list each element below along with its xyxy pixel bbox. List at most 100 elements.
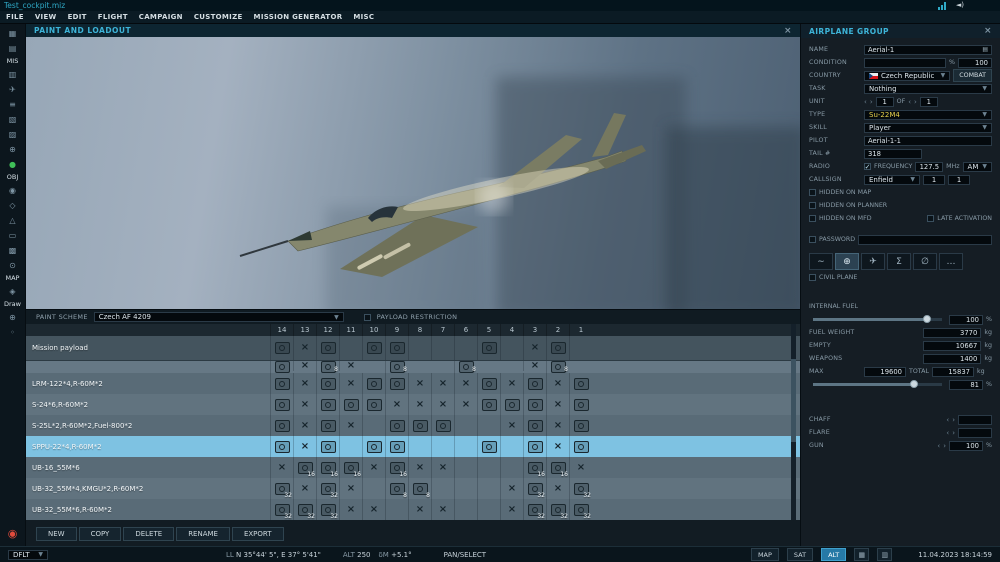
- fuel-weight-input[interactable]: 3770: [923, 327, 982, 338]
- loadout-cell[interactable]: [362, 394, 385, 415]
- loadout-cell[interactable]: ×: [339, 373, 362, 394]
- loadout-cell[interactable]: [270, 394, 293, 415]
- loadout-cell[interactable]: [385, 336, 408, 360]
- loadout-cell[interactable]: ×: [408, 457, 431, 478]
- hidden-on-mfd-checkbox[interactable]: [809, 215, 816, 222]
- menu-edit[interactable]: EDIT: [68, 13, 87, 21]
- password-checkbox[interactable]: [809, 236, 816, 243]
- gun-decrement[interactable]: ‹: [937, 441, 940, 451]
- loadout-cell[interactable]: [454, 415, 477, 436]
- new-button[interactable]: NEW: [36, 527, 77, 541]
- menu-view[interactable]: VIEW: [35, 13, 57, 21]
- callsign-number1-input[interactable]: 1: [923, 174, 945, 185]
- loadout-cell[interactable]: [362, 415, 385, 436]
- measure-tool-icon[interactable]: ⊕: [4, 311, 22, 323]
- loadout-cell[interactable]: ×: [408, 373, 431, 394]
- loadout-cell[interactable]: [477, 415, 500, 436]
- loadout-cell[interactable]: ×: [293, 336, 316, 360]
- unit-total-decrement[interactable]: ‹: [908, 97, 911, 107]
- loadout-cell[interactable]: [523, 415, 546, 436]
- loadout-cell[interactable]: ×: [500, 373, 523, 394]
- loadout-cell[interactable]: [431, 415, 454, 436]
- more-tab[interactable]: …: [939, 253, 963, 270]
- loadout-cell[interactable]: 32: [523, 499, 546, 520]
- loadout-cell[interactable]: [500, 436, 523, 457]
- loadout-cell[interactable]: [362, 336, 385, 360]
- country-select[interactable]: Czech Republic ▼: [864, 70, 951, 81]
- menu-customize[interactable]: CUSTOMIZE: [194, 13, 243, 21]
- loadout-cell[interactable]: [523, 436, 546, 457]
- loadout-cell[interactable]: ×: [270, 457, 293, 478]
- modulation-select[interactable]: AM ▼: [962, 161, 992, 172]
- unit-decrement[interactable]: ‹: [864, 97, 867, 107]
- loadout-cell[interactable]: 32: [569, 478, 592, 499]
- chaff-input[interactable]: [958, 414, 992, 425]
- loadout-row[interactable]: UB-32_55M*4,KMGU*2,R-60M*2 32 × 32 × 8 8 × 32 × 32: [26, 478, 800, 499]
- chaff-increment[interactable]: ›: [952, 415, 955, 425]
- name-options-icon[interactable]: ▤: [982, 46, 988, 53]
- loadout-cell[interactable]: [569, 336, 592, 360]
- combat-button[interactable]: COMBAT: [953, 69, 992, 82]
- gun-input[interactable]: 100: [949, 440, 984, 451]
- skill-select[interactable]: Player ▼: [864, 122, 992, 133]
- loadout-cell[interactable]: ×: [293, 415, 316, 436]
- close-icon[interactable]: ×: [784, 26, 792, 36]
- loadout-row[interactable]: × 8 × 8 8 × 8: [26, 361, 800, 373]
- name-input[interactable]: Aerial-1 ▤: [864, 44, 992, 55]
- delete-button[interactable]: DELETE: [123, 527, 175, 541]
- loadout-cell[interactable]: 8: [385, 361, 408, 373]
- loadout-cell[interactable]: [477, 373, 500, 394]
- loadout-cell[interactable]: [569, 373, 592, 394]
- loadout-scrollbar[interactable]: [791, 324, 796, 520]
- loadout-row[interactable]: UB-16_55M*6 × 16 16 16 × 16 × × 16 16 ×: [26, 457, 800, 478]
- load-input[interactable]: 81: [949, 379, 984, 390]
- unit-total-increment[interactable]: ›: [914, 97, 917, 107]
- hidden-on-planner-checkbox[interactable]: [809, 202, 816, 209]
- loadout-cell[interactable]: [431, 478, 454, 499]
- loadout-cell[interactable]: [523, 394, 546, 415]
- loadout-cell[interactable]: [362, 436, 385, 457]
- rename-button[interactable]: RENAME: [176, 527, 230, 541]
- loadout-cell[interactable]: [270, 336, 293, 360]
- gun-increment[interactable]: ›: [943, 441, 946, 451]
- mission-payload-row[interactable]: Mission payload × ×: [26, 336, 800, 361]
- loadout-cell[interactable]: [477, 499, 500, 520]
- loadout-cell[interactable]: [270, 415, 293, 436]
- loadout-cell[interactable]: [523, 373, 546, 394]
- add-unit-icon[interactable]: ⊕: [4, 143, 22, 155]
- loadout-cell[interactable]: [477, 394, 500, 415]
- flare-input[interactable]: [958, 427, 992, 438]
- loadout-cell[interactable]: [270, 373, 293, 394]
- loadout-cell[interactable]: 16: [546, 457, 569, 478]
- loadout-cell[interactable]: [385, 436, 408, 457]
- condition-value-input[interactable]: 100: [958, 57, 992, 68]
- loadout-cell[interactable]: [454, 436, 477, 457]
- aircraft-group-icon[interactable]: ✈: [4, 83, 22, 95]
- loadout-cell[interactable]: [385, 373, 408, 394]
- loadout-cell[interactable]: ×: [500, 415, 523, 436]
- misc-tool-icon[interactable]: ◦: [4, 326, 22, 338]
- loadout-cell[interactable]: 16: [523, 457, 546, 478]
- loadout-cell[interactable]: [477, 457, 500, 478]
- loadout-row[interactable]: LRM-122*4,R-60M*2 × × × × × × ×: [26, 373, 800, 394]
- map-layer-button[interactable]: MAP: [750, 548, 779, 561]
- loadout-cell[interactable]: [408, 436, 431, 457]
- loadout-cell[interactable]: [316, 336, 339, 360]
- internal-fuel-input[interactable]: 100: [949, 314, 984, 325]
- loadout-cell[interactable]: [362, 478, 385, 499]
- unit-list-icon[interactable]: ◉: [4, 184, 22, 196]
- open-mission-icon[interactable]: ▦: [4, 27, 22, 39]
- loadout-cell[interactable]: ×: [293, 394, 316, 415]
- loadout-cell[interactable]: 32: [546, 499, 569, 520]
- loadout-cell[interactable]: ×: [569, 457, 592, 478]
- task-select[interactable]: Nothing ▼: [864, 83, 992, 94]
- loadout-cell[interactable]: [385, 415, 408, 436]
- summary-tab[interactable]: Σ: [887, 253, 911, 270]
- loadout-cell[interactable]: [477, 336, 500, 360]
- loadout-cell[interactable]: [316, 415, 339, 436]
- loadout-cell[interactable]: 32: [270, 478, 293, 499]
- loadout-cell[interactable]: [339, 336, 362, 360]
- loadout-cell[interactable]: ×: [339, 478, 362, 499]
- close-icon[interactable]: ×: [984, 26, 992, 36]
- loadout-row[interactable]: S-24*6,R-60M*2 × × × × × ×: [26, 394, 800, 415]
